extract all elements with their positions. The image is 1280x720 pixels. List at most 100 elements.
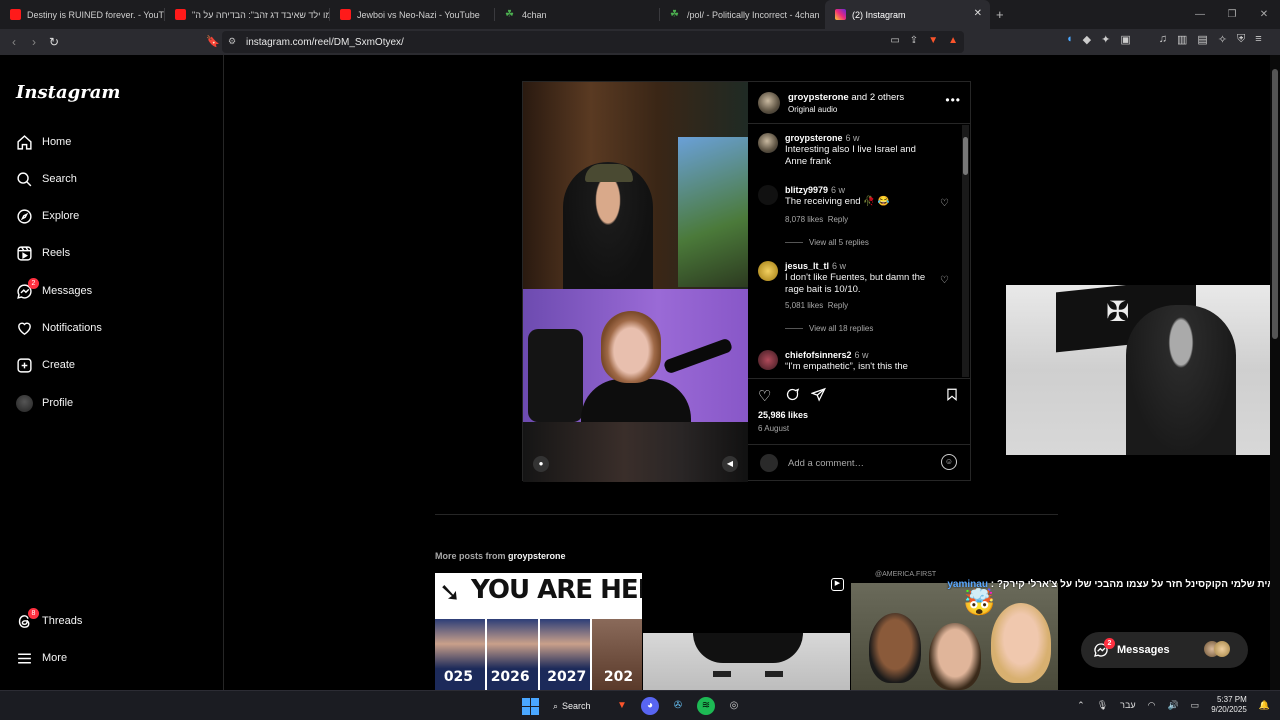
commenter-avatar[interactable] <box>758 133 778 153</box>
extensions-area: ◖ ◆ ✦ ▣ ♫ ▥ ▤ ✧ ⛨ ≡ <box>1066 33 1262 46</box>
author-avatar[interactable] <box>758 92 780 114</box>
volume-icon[interactable]: ◀ <box>722 456 738 472</box>
cast-icon[interactable]: ▭ <box>890 35 899 46</box>
tray-chevron-icon[interactable]: ⌃ <box>1077 700 1085 711</box>
tab-jewboi[interactable]: Jewboi vs Neo-Nazi - YouTube <box>330 0 495 29</box>
tab-4chan[interactable]: ☘ 4chan <box>495 0 660 29</box>
add-comment-input[interactable]: Add a comment… <box>788 458 864 469</box>
shield-icon[interactable]: ◆ <box>1083 33 1091 46</box>
reply-button[interactable]: Reply <box>828 301 848 310</box>
restore-icon[interactable]: ❐ <box>1216 9 1248 20</box>
more-post-thumbnail[interactable] <box>643 633 850 690</box>
page-scrollbar[interactable] <box>1270 55 1280 690</box>
steam-icon[interactable]: ✇ <box>669 697 687 715</box>
share-icon[interactable]: ⇪ <box>910 35 918 46</box>
save-icon[interactable] <box>945 387 959 406</box>
more-posts-user[interactable]: groypsterone <box>508 551 566 561</box>
like-comment-icon[interactable]: ♡ <box>940 198 949 209</box>
vpn-icon[interactable]: ⛨ <box>1237 33 1245 46</box>
windows-start-icon[interactable] <box>522 697 539 715</box>
view-replies-button[interactable]: View all 5 replies <box>785 238 869 247</box>
leo-icon[interactable]: ✧ <box>1218 33 1227 46</box>
sidebar-item-home[interactable]: Home <box>16 130 71 154</box>
new-tab-button[interactable]: + <box>996 7 1004 22</box>
sidebar-item-notifications[interactable]: Notifications <box>16 316 102 340</box>
puzzle-icon[interactable]: ✦ <box>1101 33 1110 46</box>
comment-likes[interactable]: 5,081 likes <box>785 301 823 310</box>
instagram-logo[interactable]: Instagram <box>16 82 120 103</box>
view-replies-button[interactable]: View all 18 replies <box>785 324 873 333</box>
brave-rewards-icon[interactable]: ▲ <box>948 35 958 46</box>
screenshot-icon[interactable]: ▣ <box>1120 33 1130 46</box>
battery-icon[interactable]: ▭ <box>1191 700 1200 711</box>
more-post-thumbnail[interactable]: ➘ YOU ARE HERE 025 2026 2027 202 <box>435 573 642 690</box>
comment-likes[interactable]: 8,078 likes <box>785 215 823 224</box>
more-post-thumbnail[interactable]: 🤯 <box>851 583 1058 690</box>
tab-hebrew-video[interactable]: "כמו ילד שאיבד דג זהב": הבדיחה על ה <box>165 0 330 29</box>
taskbar-search[interactable]: ⌕ Search <box>549 695 603 717</box>
audio-label[interactable]: Original audio <box>788 105 837 114</box>
brave-icon[interactable]: ▼ <box>613 697 631 715</box>
commenter-avatar[interactable] <box>758 261 778 281</box>
sidebar-item-more[interactable]: More <box>16 646 67 670</box>
address-bar[interactable]: 🔖 ⚙ instagram.com/reel/DM_SxmOtyex/ ▭ ⇪ … <box>206 31 964 53</box>
like-comment-icon[interactable]: ♡ <box>940 275 949 286</box>
commenter-name[interactable]: chiefofsinners2 <box>785 350 852 360</box>
tagged-user-icon[interactable]: ● <box>533 456 549 472</box>
obs-icon[interactable]: ◎ <box>725 697 743 715</box>
brave-shields-icon[interactable]: ▼ <box>928 35 938 46</box>
commenter-avatar[interactable] <box>758 185 778 205</box>
sidebar-item-create[interactable]: Create <box>16 353 75 377</box>
comment: chiefofsinners2 6 w “I'm empathetic”, isn… <box>758 350 958 377</box>
close-tab-icon[interactable]: ✕ <box>974 8 982 19</box>
sidebar-item-messages[interactable]: 2 Messages <box>16 277 92 303</box>
tab-destiny[interactable]: Destiny is RUINED forever. - YouTube <box>0 0 165 29</box>
back-icon[interactable]: ‹ <box>4 35 24 49</box>
extension-icon[interactable]: ◖ <box>1066 33 1073 46</box>
messages-button[interactable]: 2 Messages <box>1081 632 1248 668</box>
commenter-name[interactable]: groypsterone <box>785 133 843 143</box>
tab-title: "כמו ילד שאיבד דג זהב": הבדיחה על ה <box>192 9 330 20</box>
heart-icon <box>16 320 33 337</box>
microphone-icon[interactable]: 🎙 <box>1097 700 1108 711</box>
post-author[interactable]: groypsterone and 2 others <box>788 92 904 103</box>
close-window-icon[interactable]: ✕ <box>1248 9 1280 20</box>
sidebar-item-threads[interactable]: 8 Threads <box>16 607 82 633</box>
tab-title: Jewboi vs Neo-Nazi - YouTube <box>357 9 480 20</box>
tab-pol[interactable]: ☘ /pol/ - Politically Incorrect - 4chan <box>660 0 825 29</box>
comments-scrollbar[interactable] <box>962 125 969 377</box>
notification-bell-icon[interactable]: 🔔 <box>1259 700 1270 711</box>
language-indicator[interactable]: עבר <box>1120 700 1135 710</box>
sidebar-item-explore[interactable]: Explore <box>16 204 79 228</box>
sidebar-item-reels[interactable]: Reels <box>16 241 70 265</box>
commenter-avatar[interactable] <box>758 350 778 370</box>
volume-icon[interactable]: 🔊 <box>1167 700 1178 711</box>
comment-icon[interactable] <box>785 387 800 406</box>
spotify-icon[interactable]: ≋ <box>697 697 715 715</box>
reply-button[interactable]: Reply <box>828 215 848 224</box>
ticker-user: yaminau <box>947 579 988 590</box>
forward-icon[interactable]: › <box>24 35 44 49</box>
tab-instagram[interactable]: (2) Instagram ✕ <box>825 0 990 29</box>
more-options-icon[interactable]: ••• <box>945 93 961 107</box>
sidebar-icon[interactable]: ▥ <box>1177 33 1187 46</box>
wallet-icon[interactable]: ▤ <box>1197 33 1207 46</box>
commenter-name[interactable]: jesus_lt_tl <box>785 261 829 271</box>
emoji-icon[interactable]: ☺ <box>941 454 957 470</box>
reel-video[interactable]: ● ◀ <box>523 82 748 482</box>
site-info-icon[interactable]: ⚙ <box>228 36 236 47</box>
music-icon[interactable]: ♫ <box>1159 33 1167 46</box>
share-icon[interactable] <box>810 387 826 406</box>
like-count[interactable]: 25,986 likes <box>758 410 808 420</box>
wifi-icon[interactable]: ◠ <box>1148 700 1156 711</box>
reload-icon[interactable]: ↻ <box>44 35 64 49</box>
sidebar-item-profile[interactable]: Profile <box>16 391 73 415</box>
commenter-name[interactable]: blitzy9979 <box>785 185 828 195</box>
minimize-icon[interactable]: — <box>1184 9 1216 20</box>
discord-icon[interactable]: ◕ <box>641 697 659 715</box>
sidebar-item-search[interactable]: Search <box>16 167 77 191</box>
bookmark-icon[interactable]: 🔖 <box>206 35 220 48</box>
like-icon[interactable]: ♡ <box>758 387 771 405</box>
menu-icon[interactable]: ≡ <box>1255 33 1261 46</box>
clock[interactable]: 5:37 PM 9/20/2025 <box>1211 695 1247 715</box>
